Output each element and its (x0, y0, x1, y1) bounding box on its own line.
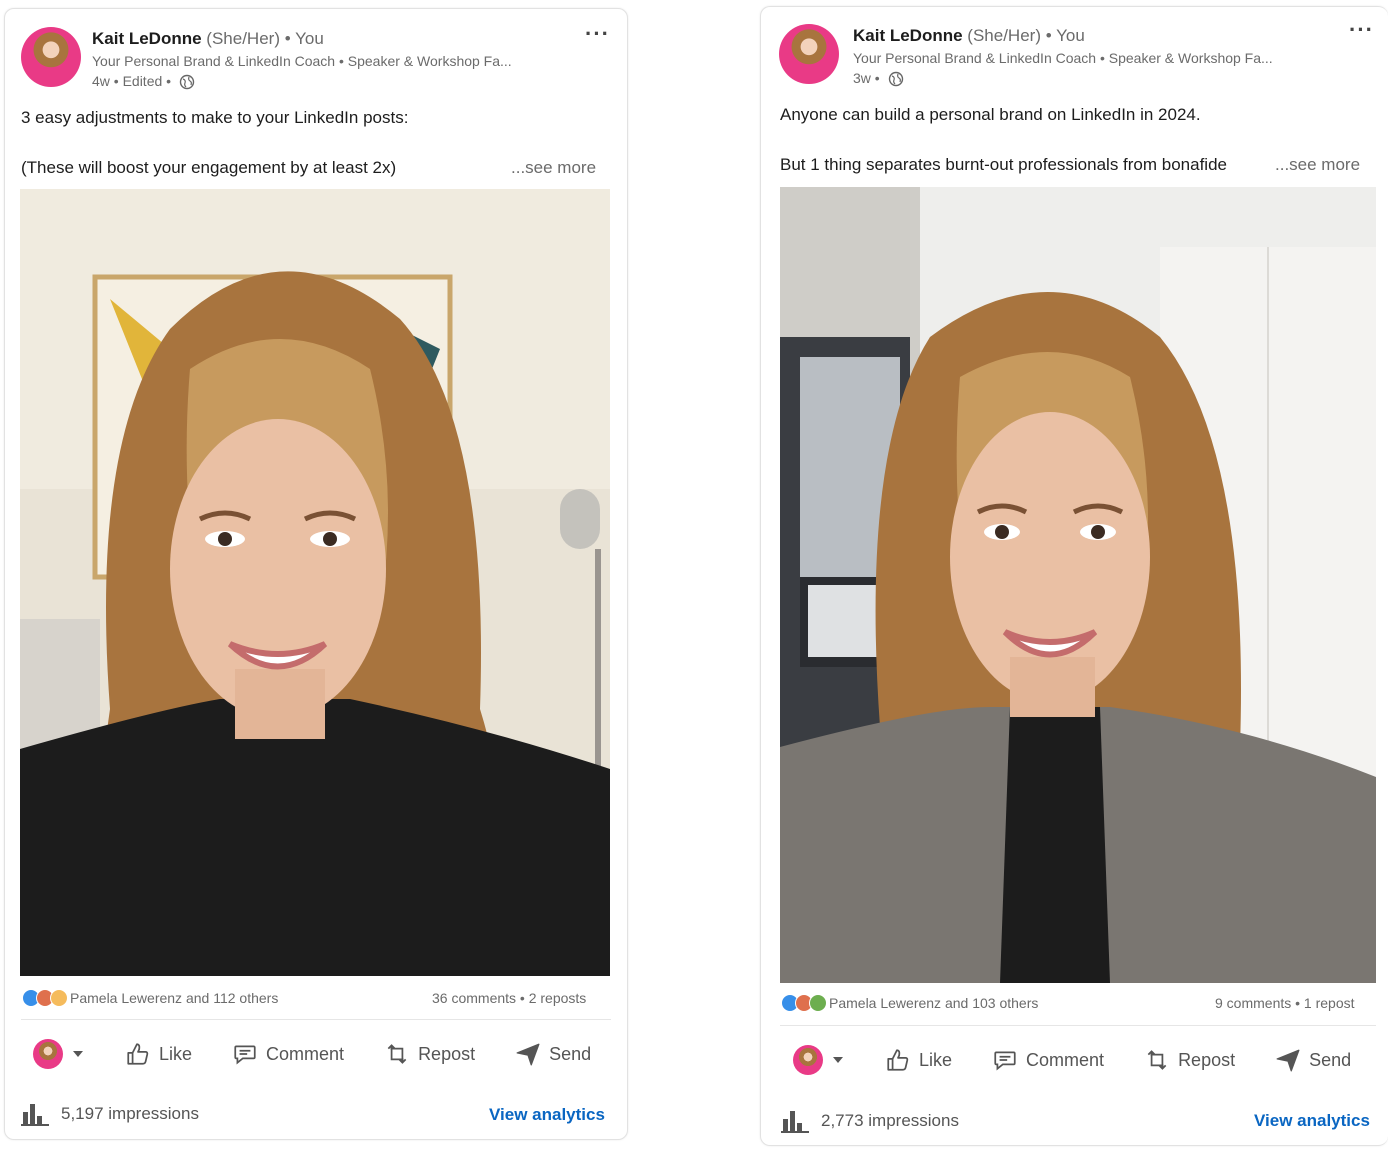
bar-chart-icon (21, 1104, 49, 1126)
send-icon (1276, 1049, 1300, 1072)
author-headline: Your Personal Brand & LinkedIn Coach • S… (853, 50, 1273, 66)
like-icon (887, 1049, 909, 1071)
globe-icon (888, 72, 903, 87)
divider (21, 1019, 611, 1020)
timestamp-text: 4w • Edited • (92, 73, 172, 89)
reactions-text: Pamela Lewerenz and 103 others (829, 995, 1039, 1011)
actor-avatar (33, 1039, 63, 1069)
timestamp-text: 3w • (853, 70, 880, 86)
comment-icon (234, 1045, 256, 1065)
author-name[interactable]: Kait LeDonne (92, 29, 202, 48)
reaction-icons (781, 994, 827, 1012)
reactions-summary[interactable]: Pamela Lewerenz and 103 others (781, 994, 1038, 1012)
reactions-text: Pamela Lewerenz and 112 others (70, 990, 279, 1006)
send-button[interactable]: Send (1275, 1047, 1351, 1073)
comment-label: Comment (266, 1043, 345, 1064)
author-avatar[interactable] (779, 24, 839, 84)
post-text-line: 3 easy adjustments to make to your Linke… (21, 108, 409, 127)
like-label: Like (919, 1049, 953, 1070)
like-button[interactable]: Like (125, 1041, 192, 1067)
repost-icon (1147, 1050, 1167, 1070)
view-analytics-link[interactable]: View analytics (1254, 1111, 1370, 1131)
post-timestamp: 4w • Edited • (92, 73, 195, 90)
more-icon[interactable]: ··· (1349, 19, 1374, 41)
impressions[interactable]: 2,773 impressions (781, 1109, 959, 1133)
comment-icon (994, 1051, 1016, 1071)
author-line: Kait LeDonne (She/Her) • You (92, 29, 324, 49)
more-icon[interactable]: ··· (585, 23, 610, 45)
comment-button[interactable]: Comment (992, 1047, 1104, 1073)
post-text-line: But 1 thing separates burnt-out professi… (780, 155, 1227, 174)
author-line: Kait LeDonne (She/Her) • You (853, 26, 1085, 46)
like-icon (127, 1043, 149, 1065)
impressions-count: 2,773 impressions (821, 1111, 959, 1130)
reactions-summary[interactable]: Pamela Lewerenz and 112 others (22, 989, 278, 1007)
author-relation: • You (284, 29, 324, 48)
repost-button[interactable]: Repost (1144, 1047, 1235, 1073)
like-label: Like (159, 1043, 193, 1064)
actor-selector[interactable] (33, 1039, 83, 1069)
author-pronouns: (She/Her) (967, 26, 1041, 45)
repost-icon (387, 1044, 407, 1064)
see-more-link[interactable]: ...see more (1275, 155, 1360, 175)
send-label: Send (549, 1043, 592, 1064)
send-icon (516, 1043, 540, 1066)
actor-selector[interactable] (793, 1045, 843, 1075)
action-bar: Like Comment Repost Send (33, 1039, 591, 1069)
portrait-image (20, 189, 610, 976)
post-text-line: Anyone can build a personal brand on Lin… (780, 105, 1201, 124)
reaction-icons (22, 989, 68, 1007)
post-card: Kait LeDonne (She/Her) • You Your Person… (4, 8, 628, 1140)
post-timestamp: 3w • (853, 70, 904, 87)
author-avatar[interactable] (21, 27, 81, 87)
post-card: Kait LeDonne (She/Her) • You Your Person… (760, 6, 1388, 1146)
post-photo[interactable] (20, 189, 610, 976)
celebrate-reaction-icon (50, 989, 68, 1007)
portrait-image (780, 187, 1376, 983)
support-reaction-icon (809, 994, 827, 1012)
repost-label: Repost (1178, 1049, 1236, 1070)
comment-button[interactable]: Comment (232, 1041, 344, 1067)
see-more-link[interactable]: ...see more (511, 158, 596, 178)
comments-reposts-count[interactable]: 9 comments • 1 repost (1215, 995, 1355, 1011)
post-text-line: (These will boost your engagement by at … (21, 158, 397, 177)
repost-button[interactable]: Repost (384, 1041, 475, 1067)
post-photo[interactable] (780, 187, 1376, 983)
comment-label: Comment (1026, 1049, 1105, 1070)
actor-avatar (793, 1045, 823, 1075)
send-button[interactable]: Send (515, 1041, 591, 1067)
globe-icon (179, 75, 195, 90)
chevron-down-icon (833, 1057, 843, 1063)
impressions[interactable]: 5,197 impressions (21, 1102, 199, 1126)
bar-chart-icon (781, 1111, 809, 1133)
author-name[interactable]: Kait LeDonne (853, 26, 963, 45)
send-label: Send (1309, 1049, 1352, 1070)
repost-label: Repost (418, 1043, 476, 1064)
comments-reposts-count[interactable]: 36 comments • 2 reposts (432, 990, 586, 1006)
author-pronouns: (She/Her) (206, 29, 280, 48)
chevron-down-icon (73, 1051, 83, 1057)
impressions-count: 5,197 impressions (61, 1104, 199, 1123)
divider (780, 1025, 1376, 1026)
author-relation: • You (1045, 26, 1085, 45)
view-analytics-link[interactable]: View analytics (489, 1105, 605, 1125)
action-bar: Like Comment Repost Send (793, 1045, 1351, 1075)
like-button[interactable]: Like (885, 1047, 952, 1073)
author-headline: Your Personal Brand & LinkedIn Coach • S… (92, 53, 512, 69)
